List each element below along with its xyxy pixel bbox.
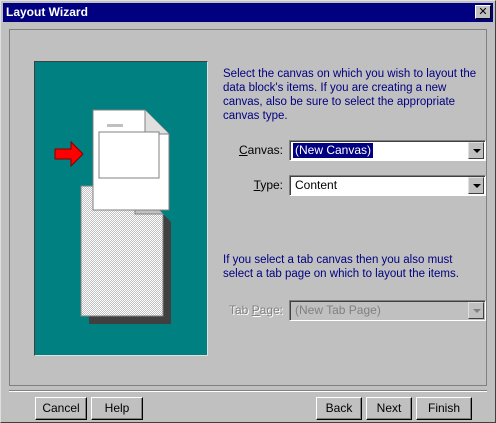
- canvas-select-value: (New Canvas): [293, 143, 374, 158]
- canvas-dropdown-button[interactable]: [468, 142, 484, 159]
- canvas-label: Canvas:: [238, 143, 283, 157]
- layout-wizard-window: Layout Wizard ✕ Select the canvas on whi…: [0, 0, 496, 423]
- cancel-button[interactable]: Cancel: [35, 397, 87, 420]
- canvas-instructions: Select the canvas on which you wish to l…: [223, 68, 477, 122]
- chevron-down-icon: [473, 309, 481, 313]
- canvas-select[interactable]: (New Canvas): [289, 140, 486, 161]
- type-dropdown-button[interactable]: [468, 177, 484, 194]
- red-arrow-icon: [54, 140, 84, 168]
- window-title: Layout Wizard: [6, 5, 88, 19]
- close-icon: ✕: [478, 6, 488, 18]
- type-select-value: Content: [295, 178, 338, 192]
- next-button[interactable]: Next: [366, 397, 412, 420]
- help-button[interactable]: Help: [91, 397, 143, 420]
- chevron-down-icon: [473, 184, 481, 188]
- tab-page-dropdown-button[interactable]: [468, 302, 484, 319]
- title-bar: Layout Wizard ✕: [3, 3, 493, 22]
- back-button[interactable]: Back: [316, 397, 362, 420]
- type-label: Type:: [253, 178, 283, 192]
- tab-instructions: If you select a tab canvas then you also…: [223, 254, 459, 280]
- tab-page-select[interactable]: (New Tab Page): [289, 300, 486, 321]
- type-select[interactable]: Content: [289, 175, 486, 196]
- footer-separator: [9, 390, 487, 392]
- wizard-illustration: [34, 61, 208, 356]
- canvas-pages-icon: [54, 109, 171, 324]
- chevron-down-icon: [473, 149, 481, 153]
- tab-page-label: Tab Page:: [228, 303, 283, 317]
- tab-page-select-value: (New Tab Page): [295, 303, 381, 317]
- finish-button[interactable]: Finish: [416, 397, 472, 420]
- close-button[interactable]: ✕: [475, 5, 491, 19]
